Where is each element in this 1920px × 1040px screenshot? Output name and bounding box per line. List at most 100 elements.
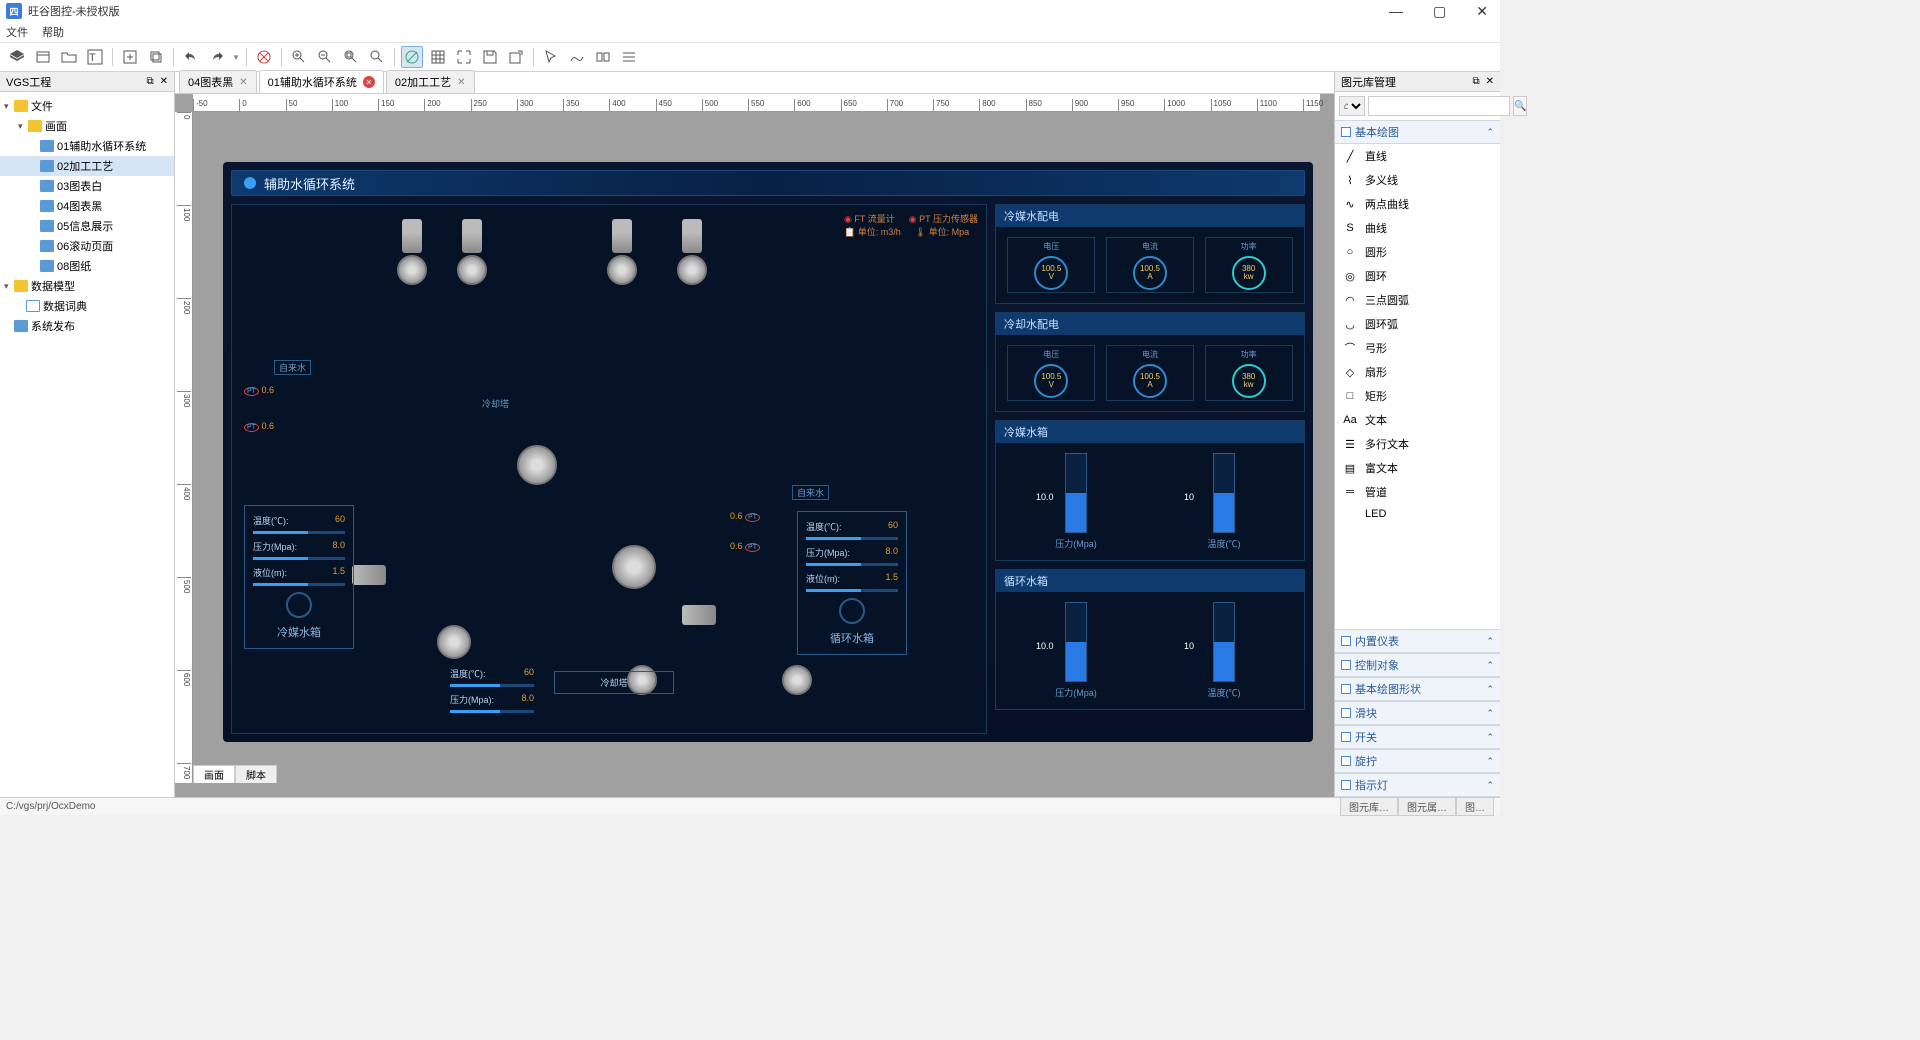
pointer-icon[interactable] xyxy=(540,46,562,68)
folder-icon[interactable] xyxy=(58,46,80,68)
redo-icon[interactable] xyxy=(206,46,228,68)
zoom-in-icon[interactable] xyxy=(288,46,310,68)
bottom-tab-screen[interactable]: 画面 xyxy=(193,765,235,783)
pump-icon xyxy=(437,625,471,659)
cold-power-box: 冷媒水配电 电压100.5V 电流100.5A 功率380kw xyxy=(995,204,1305,304)
close-button[interactable]: ✕ xyxy=(1470,3,1494,20)
pt-value: 0.6 xyxy=(730,541,743,551)
tab-01[interactable]: 01辅助水循环系统✕ xyxy=(259,70,384,93)
shape-item[interactable]: □矩形 xyxy=(1335,384,1500,408)
shape-item[interactable]: ▤富文本 xyxy=(1335,456,1500,480)
tab-close-icon[interactable]: ✕ xyxy=(457,77,465,88)
status-path: C:/vgs/prj/OcxDemo xyxy=(6,801,95,812)
shape-item[interactable]: ◠三点圆弧 xyxy=(1335,288,1500,312)
category-item[interactable]: 基本绘图形状⌃ xyxy=(1335,677,1500,701)
minimize-button[interactable]: — xyxy=(1383,3,1409,20)
tab-library[interactable]: 图元库… xyxy=(1340,797,1398,816)
library-home-select[interactable]: ⌂ xyxy=(1339,96,1365,116)
zoom-out-icon[interactable] xyxy=(314,46,336,68)
category-item[interactable]: 控制对象⌃ xyxy=(1335,653,1500,677)
panel-close-icon[interactable]: ✕ xyxy=(1486,76,1494,87)
grid-icon[interactable] xyxy=(427,46,449,68)
category-item[interactable]: 内置仪表⌃ xyxy=(1335,629,1500,653)
pump-icon xyxy=(782,665,812,695)
tree-data-model[interactable]: ▾数据模型 xyxy=(0,276,174,296)
shape-item[interactable]: ☰多行文本 xyxy=(1335,432,1500,456)
valve-icon xyxy=(612,219,632,253)
shape-item[interactable]: ◡圆环弧 xyxy=(1335,312,1500,336)
category-item[interactable]: 开关⌃ xyxy=(1335,725,1500,749)
tree-page-02[interactable]: 02加工工艺 xyxy=(0,156,174,176)
tab-close-icon[interactable]: ✕ xyxy=(239,77,247,88)
save-icon[interactable] xyxy=(479,46,501,68)
search-icon[interactable]: 🔍 xyxy=(1513,96,1527,116)
copy-icon[interactable] xyxy=(145,46,167,68)
tab-properties[interactable]: 图元属… xyxy=(1398,797,1456,816)
distribute-icon[interactable] xyxy=(618,46,640,68)
tree-page-06[interactable]: 06滚动页面 xyxy=(0,236,174,256)
scada-diagram[interactable]: ◉ FT 流量计◉ PT 压力传感器 📋 单位: m3/h🌡 单位: Mpa xyxy=(231,204,987,734)
tree-page-08[interactable]: 08图纸 xyxy=(0,256,174,276)
menu-help[interactable]: 帮助 xyxy=(42,24,64,40)
shape-item[interactable]: ◇扇形 xyxy=(1335,360,1500,384)
scada-page[interactable]: 辅助水循环系统 ◉ FT 流量计◉ PT 压力传感器 📋 单位: m3/h🌡 单… xyxy=(223,162,1313,742)
library-search-input[interactable] xyxy=(1368,96,1510,116)
label-tap-water: 自来水 xyxy=(274,360,311,375)
shape-item[interactable]: ∿两点曲线 xyxy=(1335,192,1500,216)
shape-item[interactable]: ◎圆环 xyxy=(1335,264,1500,288)
tree-system-publish[interactable]: 系统发布 xyxy=(0,316,174,336)
category-item[interactable]: 指示灯⌃ xyxy=(1335,773,1500,797)
cold-tank-box: 冷媒水箱 10.0压力(Mpa) 10温度(℃) xyxy=(995,420,1305,561)
window-icon[interactable] xyxy=(32,46,54,68)
collapse-icon[interactable]: ⌃ xyxy=(1486,127,1494,138)
text-icon[interactable]: T xyxy=(84,46,106,68)
tree-screens[interactable]: ▾画面 xyxy=(0,116,174,136)
canvas[interactable]: 画面 脚本 辅助水循环系统 ◉ FT 流量计◉ PT 压力传感器 📋 单位: m… xyxy=(193,112,1320,783)
shape-item[interactable]: ╱直线 xyxy=(1335,144,1500,168)
zoom-fit-icon[interactable] xyxy=(340,46,362,68)
pt-value: 0.6 xyxy=(261,385,274,395)
shape-item[interactable]: ⌒弓形 xyxy=(1335,336,1500,360)
shape-item[interactable]: ○圆形 xyxy=(1335,240,1500,264)
undo-icon[interactable] xyxy=(180,46,202,68)
tree-page-05[interactable]: 05信息展示 xyxy=(0,216,174,236)
tab-04[interactable]: 04图表黑✕ xyxy=(179,70,257,93)
category-basic[interactable]: 基本绘图 xyxy=(1355,124,1399,140)
category-item[interactable]: 滑块⌃ xyxy=(1335,701,1500,725)
tree-page-01[interactable]: 01辅助水循环系统 xyxy=(0,136,174,156)
shape-item[interactable]: S曲线 xyxy=(1335,216,1500,240)
shape-item[interactable]: ⌇多义线 xyxy=(1335,168,1500,192)
zoom-actual-icon[interactable] xyxy=(366,46,388,68)
tree-data-dict[interactable]: 数据词典 xyxy=(0,296,174,316)
valve-icon xyxy=(462,219,482,253)
tree-page-03[interactable]: 03图表白 xyxy=(0,176,174,196)
bottom-tab-script[interactable]: 脚本 xyxy=(235,765,277,783)
tree-page-04[interactable]: 04图表黑 xyxy=(0,196,174,216)
tab-close-icon[interactable]: ✕ xyxy=(363,76,375,88)
document-tabs: 04图表黑✕ 01辅助水循环系统✕ 02加工工艺✕ xyxy=(175,72,1334,94)
svg-text:T: T xyxy=(89,52,96,64)
shape-item[interactable]: LED xyxy=(1335,504,1500,524)
menu-file[interactable]: 文件 xyxy=(6,24,28,40)
tree-root-files[interactable]: ▾文件 xyxy=(0,96,174,116)
panel-float-icon[interactable]: ⧉ xyxy=(146,76,153,87)
align-icon[interactable] xyxy=(592,46,614,68)
shape-item[interactable]: Aa文本 xyxy=(1335,408,1500,432)
shape-item[interactable]: ═管道 xyxy=(1335,480,1500,504)
layers-icon[interactable] xyxy=(6,46,28,68)
tab-02[interactable]: 02加工工艺✕ xyxy=(386,70,475,93)
panel-float-icon[interactable]: ⧉ xyxy=(1472,76,1479,87)
motor-icon xyxy=(352,565,386,585)
valve-icon xyxy=(682,219,702,253)
export-icon[interactable] xyxy=(505,46,527,68)
category-item[interactable]: 旋拧⌃ xyxy=(1335,749,1500,773)
panel-close-icon[interactable]: ✕ xyxy=(160,76,168,87)
curve-icon[interactable] xyxy=(566,46,588,68)
maximize-button[interactable]: ▢ xyxy=(1427,3,1452,20)
scada-title: 辅助水循环系统 xyxy=(264,174,355,193)
tab-other[interactable]: 图… xyxy=(1456,797,1494,816)
cancel-icon[interactable] xyxy=(253,46,275,68)
no-snap-icon[interactable] xyxy=(401,46,423,68)
fullscreen-icon[interactable] xyxy=(453,46,475,68)
add-icon[interactable] xyxy=(119,46,141,68)
